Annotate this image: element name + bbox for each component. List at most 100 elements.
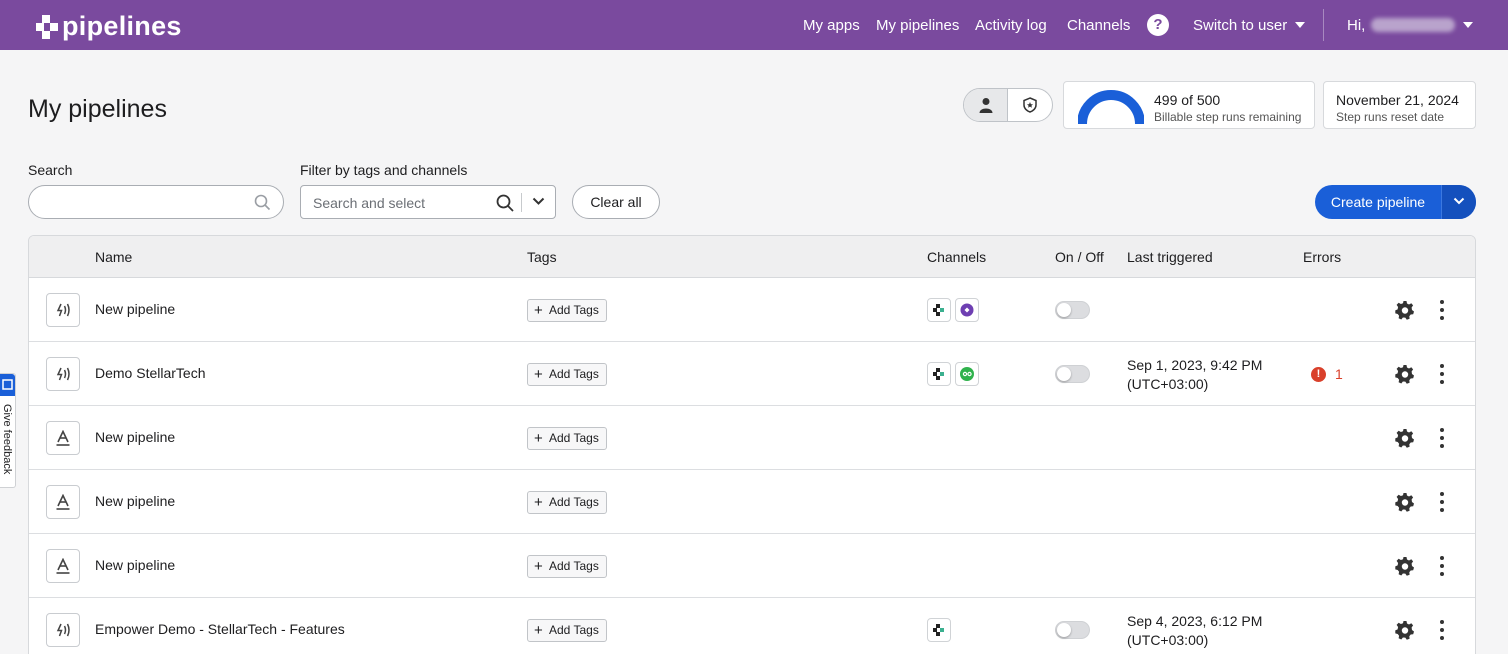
- on-off-toggle[interactable]: [1055, 301, 1090, 319]
- plus-icon: +: [534, 558, 543, 575]
- pipeline-name[interactable]: Demo StellarTech: [95, 365, 206, 381]
- column-errors: Errors: [1303, 249, 1342, 265]
- create-pipeline-label[interactable]: Create pipeline: [1315, 185, 1441, 219]
- add-tags-button[interactable]: + Add Tags: [527, 427, 607, 450]
- usage-caption: Billable step runs remaining: [1154, 110, 1302, 124]
- broadcast-icon: [46, 357, 80, 391]
- help-icon[interactable]: ?: [1147, 14, 1169, 36]
- column-name: Name: [95, 249, 133, 265]
- pipeline-name[interactable]: New pipeline: [95, 301, 175, 317]
- gear-icon[interactable]: [1395, 300, 1415, 320]
- logo-text: pipelines: [62, 11, 182, 41]
- add-tags-button[interactable]: + Add Tags: [527, 619, 607, 642]
- more-options-icon[interactable]: [1439, 300, 1445, 320]
- nav-activity-log[interactable]: Activity log: [975, 17, 1047, 34]
- table-row[interactable]: New pipeline + Add Tags: [29, 470, 1475, 534]
- pipeline-name[interactable]: Empower Demo - StellarTech - Features: [95, 621, 345, 637]
- greeting: Hi,: [1347, 17, 1366, 34]
- error-indicator[interactable]: ! 1: [1311, 366, 1343, 382]
- switch-user-dropdown[interactable]: Switch to user: [1193, 17, 1306, 34]
- error-count: 1: [1335, 366, 1343, 382]
- search-label: Search: [28, 162, 73, 178]
- add-tags-button[interactable]: + Add Tags: [527, 555, 607, 578]
- create-pipeline-button[interactable]: Create pipeline: [1315, 185, 1476, 219]
- search-input[interactable]: [28, 185, 284, 219]
- table-header: Name Tags Channels On / Off Last trigger…: [29, 236, 1475, 278]
- create-options-toggle[interactable]: [1441, 185, 1476, 219]
- clear-all-button[interactable]: Clear all: [572, 185, 660, 219]
- gear-icon[interactable]: [1395, 364, 1415, 384]
- table-row[interactable]: Demo StellarTech + Add Tags Sep 1, 2023, …: [29, 342, 1475, 406]
- shield-icon: [1023, 97, 1037, 113]
- column-on-off: On / Off: [1055, 249, 1104, 265]
- last-triggered-tz: (UTC+03:00): [1127, 632, 1209, 648]
- nav-my-pipelines[interactable]: My pipelines: [876, 17, 959, 34]
- pipeline-name[interactable]: New pipeline: [95, 557, 175, 573]
- admin-view-button[interactable]: [1008, 89, 1052, 121]
- last-triggered: Sep 1, 2023, 9:42 PM (UTC+03:00): [1127, 356, 1262, 394]
- gear-icon[interactable]: [1395, 620, 1415, 640]
- more-options-icon[interactable]: [1439, 364, 1445, 384]
- text-a-icon: [46, 549, 80, 583]
- column-channels: Channels: [927, 249, 987, 265]
- user-menu[interactable]: Hi,: [1347, 17, 1474, 34]
- chevron-down-icon[interactable]: [532, 197, 545, 206]
- pipelines-table: Name Tags Channels On / Off Last trigger…: [28, 235, 1476, 654]
- switch-user-label: Switch to user: [1193, 17, 1288, 34]
- table-row[interactable]: New pipeline + Add Tags: [29, 278, 1475, 342]
- green-channel-icon: [955, 362, 979, 386]
- column-last-triggered: Last triggered: [1127, 249, 1213, 265]
- usage-count: 499 of 500: [1154, 92, 1221, 108]
- feedback-icon: [0, 374, 15, 396]
- top-navbar: pipelines My apps My pipelines Activity …: [0, 0, 1508, 50]
- add-tags-button[interactable]: + Add Tags: [527, 491, 607, 514]
- more-options-icon[interactable]: [1439, 428, 1445, 448]
- chevron-down-icon: [1463, 22, 1474, 28]
- logo[interactable]: pipelines: [36, 11, 182, 42]
- pipelines-channel-icon: [927, 298, 951, 322]
- pipelines-logo-icon: [36, 14, 58, 39]
- last-triggered-tz: (UTC+03:00): [1127, 376, 1209, 392]
- more-options-icon[interactable]: [1439, 492, 1445, 512]
- nav-channels[interactable]: Channels: [1067, 17, 1130, 34]
- column-tags: Tags: [527, 249, 557, 265]
- last-triggered-date: Sep 1, 2023, 9:42 PM: [1127, 357, 1263, 373]
- gear-icon[interactable]: [1395, 556, 1415, 576]
- on-off-toggle[interactable]: [1055, 365, 1090, 383]
- alert-icon: !: [1311, 366, 1326, 382]
- search-icon: [496, 194, 514, 212]
- reset-date-card: November 21, 2024 Step runs reset date: [1323, 81, 1476, 129]
- usage-gauge: [1078, 90, 1144, 124]
- user-icon: [979, 98, 992, 113]
- nav-my-apps[interactable]: My apps: [803, 17, 860, 34]
- gear-icon[interactable]: [1395, 492, 1415, 512]
- add-tags-button[interactable]: + Add Tags: [527, 299, 607, 322]
- more-options-icon[interactable]: [1439, 556, 1445, 576]
- on-off-toggle[interactable]: [1055, 621, 1090, 639]
- purple-channel-icon: [955, 298, 979, 322]
- filter-placeholder: Search and select: [313, 195, 426, 211]
- text-a-icon: [46, 485, 80, 519]
- plus-icon: +: [534, 366, 543, 383]
- text-a-icon: [46, 421, 80, 455]
- last-triggered-date: Sep 4, 2023, 6:12 PM: [1127, 613, 1263, 629]
- pipelines-channel-icon: [927, 362, 951, 386]
- more-options-icon[interactable]: [1439, 620, 1445, 640]
- last-triggered: Sep 4, 2023, 6:12 PM (UTC+03:00): [1127, 612, 1262, 650]
- pipelines-channel-icon: [927, 618, 951, 642]
- reset-date: November 21, 2024: [1336, 92, 1459, 108]
- table-row[interactable]: Empower Demo - StellarTech - Features + A…: [29, 598, 1475, 654]
- plus-icon: +: [534, 494, 543, 511]
- broadcast-icon: [46, 293, 80, 327]
- plus-icon: +: [534, 302, 543, 319]
- page-title: My pipelines: [28, 95, 167, 123]
- gear-icon[interactable]: [1395, 428, 1415, 448]
- user-view-button[interactable]: [964, 89, 1009, 121]
- pipeline-name[interactable]: New pipeline: [95, 493, 175, 509]
- tag-channel-filter[interactable]: Search and select: [300, 185, 556, 219]
- add-tags-button[interactable]: + Add Tags: [527, 363, 607, 386]
- give-feedback-tab[interactable]: Give feedback: [0, 373, 16, 488]
- table-row[interactable]: New pipeline + Add Tags: [29, 406, 1475, 470]
- pipeline-name[interactable]: New pipeline: [95, 429, 175, 445]
- table-row[interactable]: New pipeline + Add Tags: [29, 534, 1475, 598]
